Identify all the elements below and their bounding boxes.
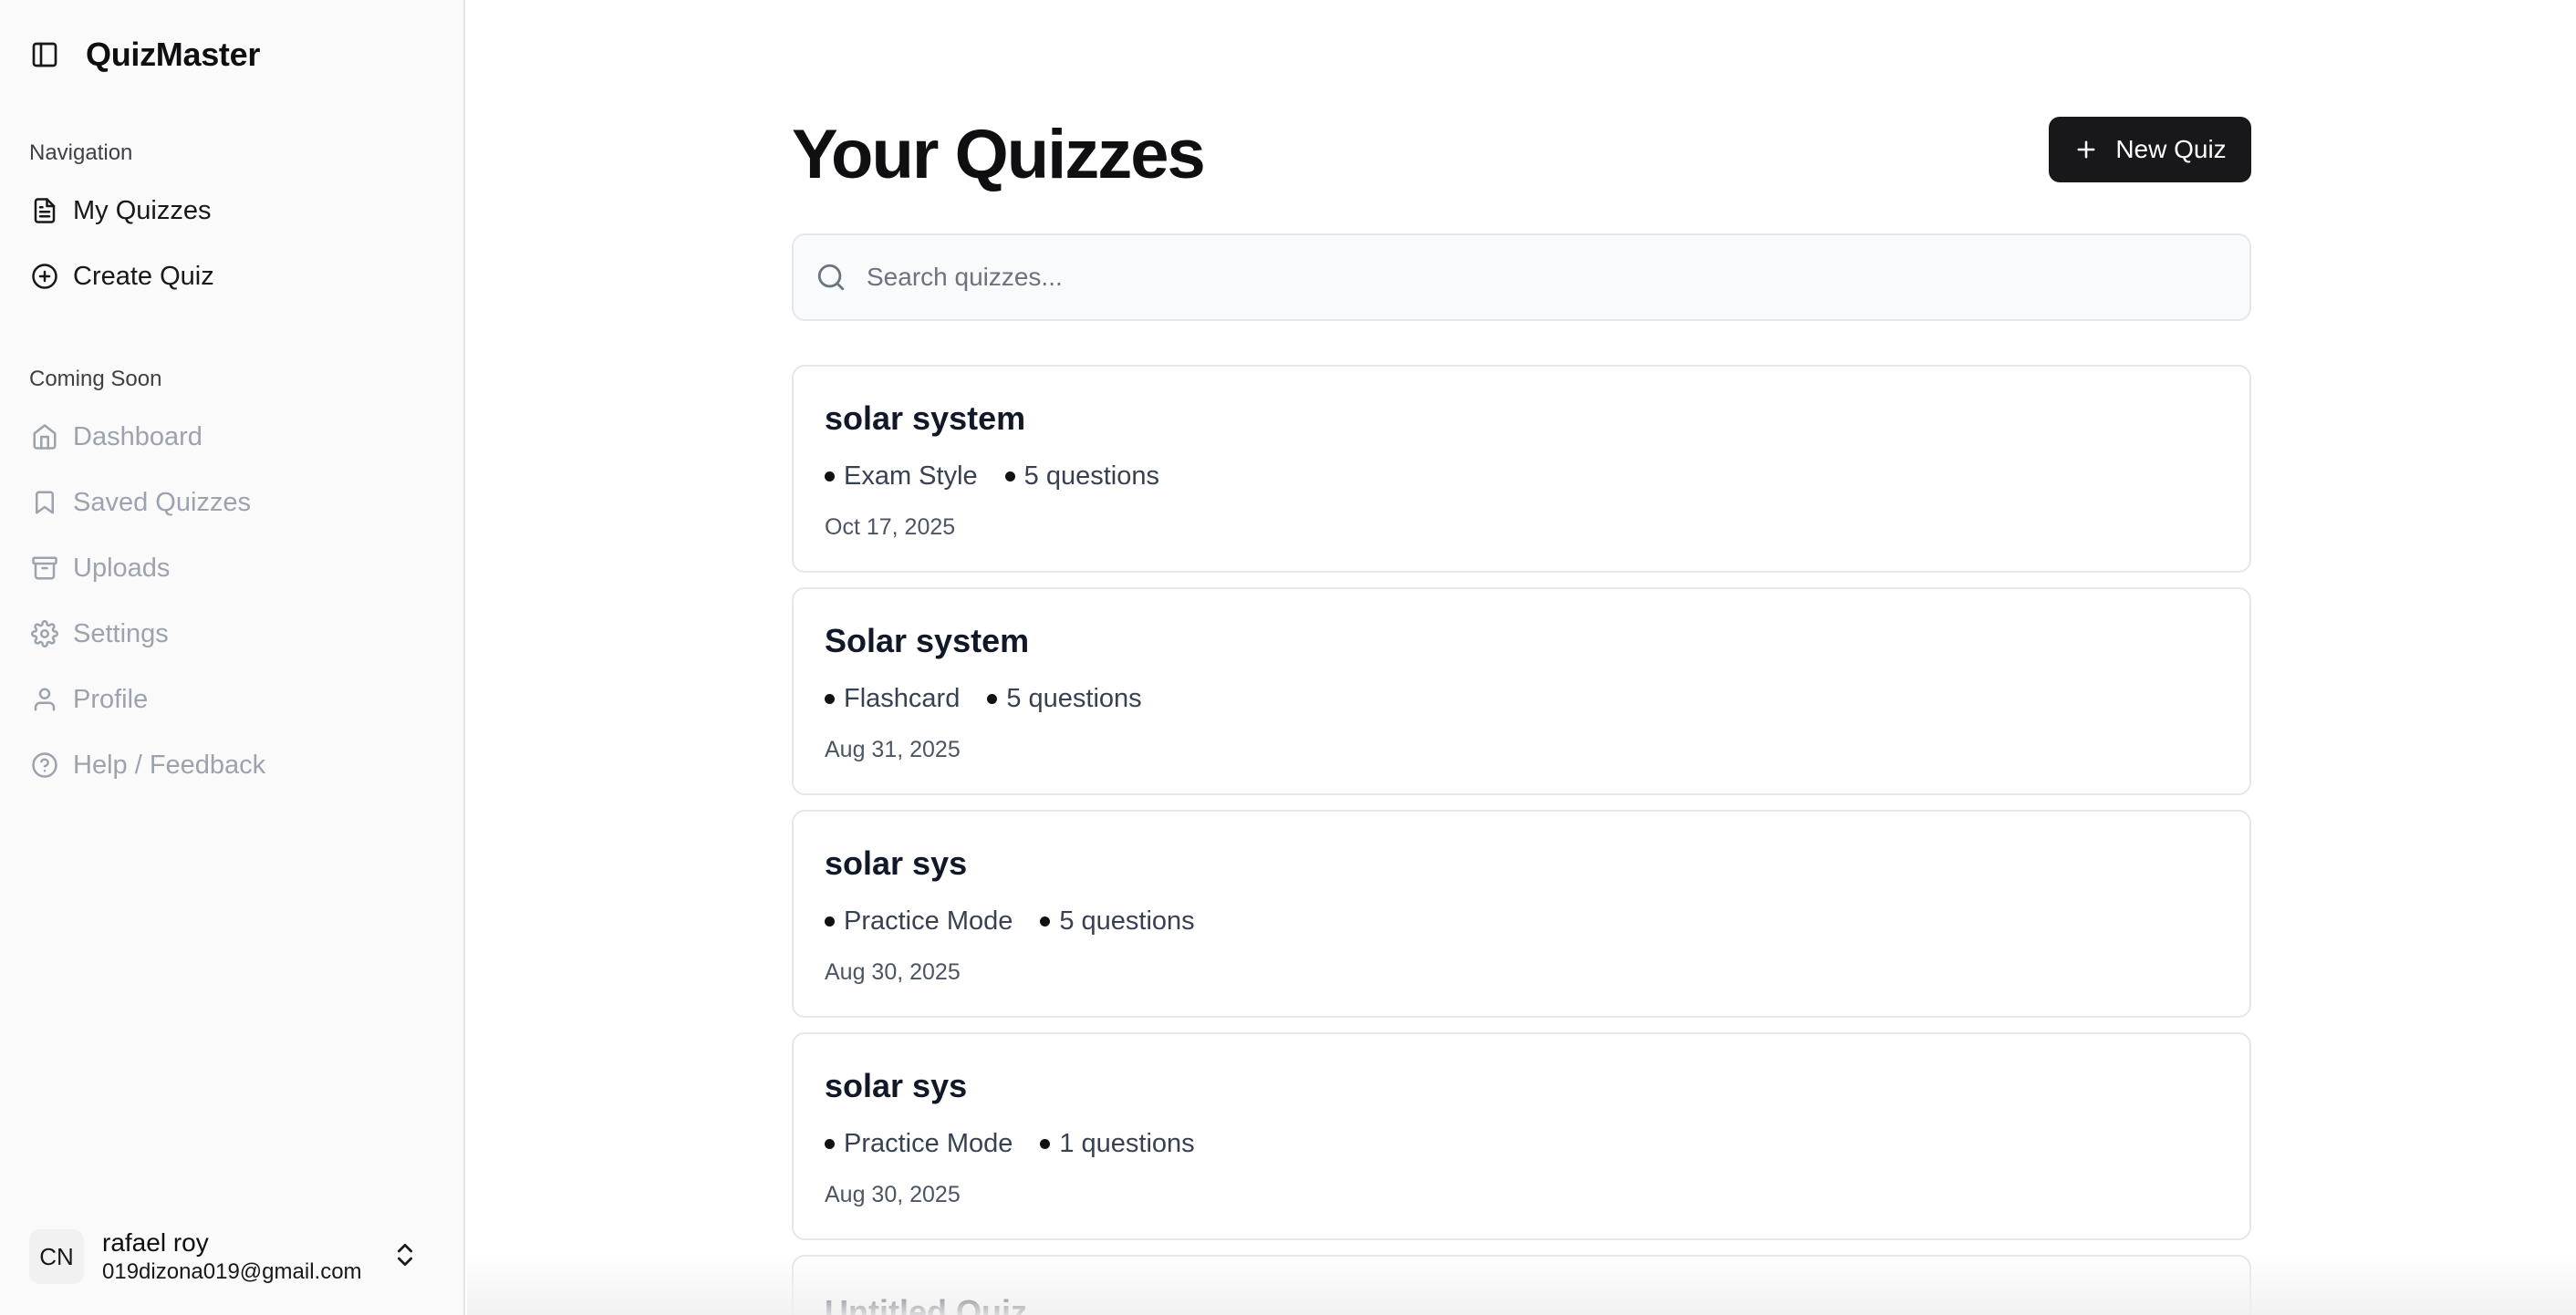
quiz-question-count: 1 questions <box>1040 1129 1195 1159</box>
brand: QuizMaster <box>29 33 260 77</box>
new-quiz-label: New Quiz <box>2115 135 2227 163</box>
quiz-mode-label: Practice Mode <box>844 906 1013 936</box>
quiz-date: Aug 31, 2025 <box>825 737 961 762</box>
bullet-icon <box>987 694 998 704</box>
quiz-questions-label: 5 questions <box>1059 906 1195 936</box>
gear-icon <box>29 618 60 649</box>
quiz-questions-label: 5 questions <box>1023 461 1159 491</box>
bullet-icon <box>825 916 835 927</box>
sidebar-item-uploads: Uploads <box>22 542 441 595</box>
sidebar-item-create-quiz[interactable]: Create Quiz <box>22 250 441 303</box>
quiz-date: Aug 30, 2025 <box>825 959 961 985</box>
quiz-meta: Exam Style 5 questions <box>825 461 1187 492</box>
bullet-icon <box>1040 1139 1051 1149</box>
search-input[interactable] <box>865 262 2218 293</box>
quiz-mode-label: Practice Mode <box>844 1129 1013 1158</box>
bullet-icon <box>1004 471 1015 481</box>
avatar: CN <box>29 1229 84 1284</box>
bookmark-icon <box>29 487 60 518</box>
sidebar-item-label: Dashboard <box>73 421 203 451</box>
sidebar-item-dashboard: Dashboard <box>22 410 441 463</box>
user-info: rafael roy 019dizona019@gmail.com <box>102 1227 362 1286</box>
quiz-title: solar system <box>825 399 1026 437</box>
help-circle-icon <box>29 750 60 781</box>
app-name: QuizMaster <box>86 36 261 73</box>
quiz-title: solar sys <box>825 1067 968 1104</box>
quiz-mode: Practice Mode <box>825 906 1013 937</box>
sidebar-item-profile: Profile <box>22 673 441 726</box>
quiz-date: Aug 30, 2025 <box>825 1182 961 1207</box>
sidebar: QuizMaster Navigation My Quizzes Create … <box>0 0 465 1315</box>
search-icon <box>815 262 847 293</box>
bullet-icon <box>825 1139 835 1149</box>
search-box <box>792 233 2251 321</box>
quiz-card[interactable]: solar system Exam Style 5 questions Oct … <box>792 365 2251 573</box>
quiz-question-count: 5 questions <box>1040 906 1195 937</box>
new-quiz-button[interactable]: New Quiz <box>2049 117 2251 182</box>
quiz-card[interactable]: Solar system Flashcard 5 questions Aug 3… <box>792 587 2251 795</box>
file-text-icon <box>29 195 60 226</box>
quiz-meta: Flashcard 5 questions <box>825 684 1169 714</box>
quiz-title: Solar system <box>825 622 1030 659</box>
sidebar-item-settings: Settings <box>22 607 441 660</box>
user-icon <box>29 684 60 715</box>
quiz-mode-label: Flashcard <box>844 684 961 713</box>
chevrons-up-down-icon[interactable] <box>390 1240 423 1273</box>
sidebar-item-label: My Quizzes <box>73 195 212 225</box>
quiz-mode-label: Exam Style <box>844 461 978 491</box>
user-email: 019dizona019@gmail.com <box>102 1259 362 1284</box>
sidebar-item-help-feedback: Help / Feedback <box>22 739 441 792</box>
navigation-section-title: Navigation <box>29 140 133 165</box>
quiz-question-count: 5 questions <box>987 684 1142 714</box>
sidebar-item-my-quizzes[interactable]: My Quizzes <box>22 184 441 237</box>
plus-circle-icon <box>29 261 60 292</box>
quiz-date: Oct 17, 2025 <box>825 514 956 540</box>
plus-icon <box>2073 137 2099 162</box>
sidebar-toggle-icon[interactable] <box>29 39 60 70</box>
page-title: Your Quizzes <box>792 116 1206 193</box>
sidebar-item-label: Create Quiz <box>73 261 214 291</box>
quiz-meta: Practice Mode 5 questions <box>825 906 1222 937</box>
bullet-icon <box>825 694 835 704</box>
quiz-mode: Flashcard <box>825 684 960 714</box>
coming-soon-section-title: Coming Soon <box>29 367 162 391</box>
quiz-card[interactable]: Untitled Quiz <box>792 1255 2251 1315</box>
quiz-title: Untitled Quiz <box>825 1293 1027 1315</box>
sidebar-item-label: Profile <box>73 684 149 714</box>
quiz-meta: Practice Mode 1 questions <box>825 1129 1222 1159</box>
user-name: rafael roy <box>102 1228 209 1257</box>
quiz-mode: Practice Mode <box>825 1129 1013 1159</box>
bullet-icon <box>1040 916 1051 927</box>
home-icon <box>29 421 60 452</box>
sidebar-item-label: Uploads <box>73 553 171 583</box>
bullet-icon <box>825 471 835 481</box>
quiz-questions-label: 1 questions <box>1059 1129 1195 1158</box>
sidebar-item-label: Saved Quizzes <box>73 487 252 517</box>
sidebar-item-label: Settings <box>73 618 169 648</box>
quiz-card[interactable]: solar sys Practice Mode 5 questions Aug … <box>792 810 2251 1018</box>
archive-icon <box>29 553 60 584</box>
sidebar-item-saved-quizzes: Saved Quizzes <box>22 476 441 529</box>
quiz-question-count: 5 questions <box>1004 461 1159 492</box>
quiz-title: solar sys <box>825 844 968 882</box>
user-menu[interactable]: CN rafael roy 019dizona019@gmail.com <box>29 1224 441 1289</box>
sidebar-item-label: Help / Feedback <box>73 750 266 780</box>
quiz-questions-label: 5 questions <box>1006 684 1142 713</box>
quiz-mode: Exam Style <box>825 461 978 492</box>
quiz-card[interactable]: solar sys Practice Mode 1 questions Aug … <box>792 1032 2251 1240</box>
